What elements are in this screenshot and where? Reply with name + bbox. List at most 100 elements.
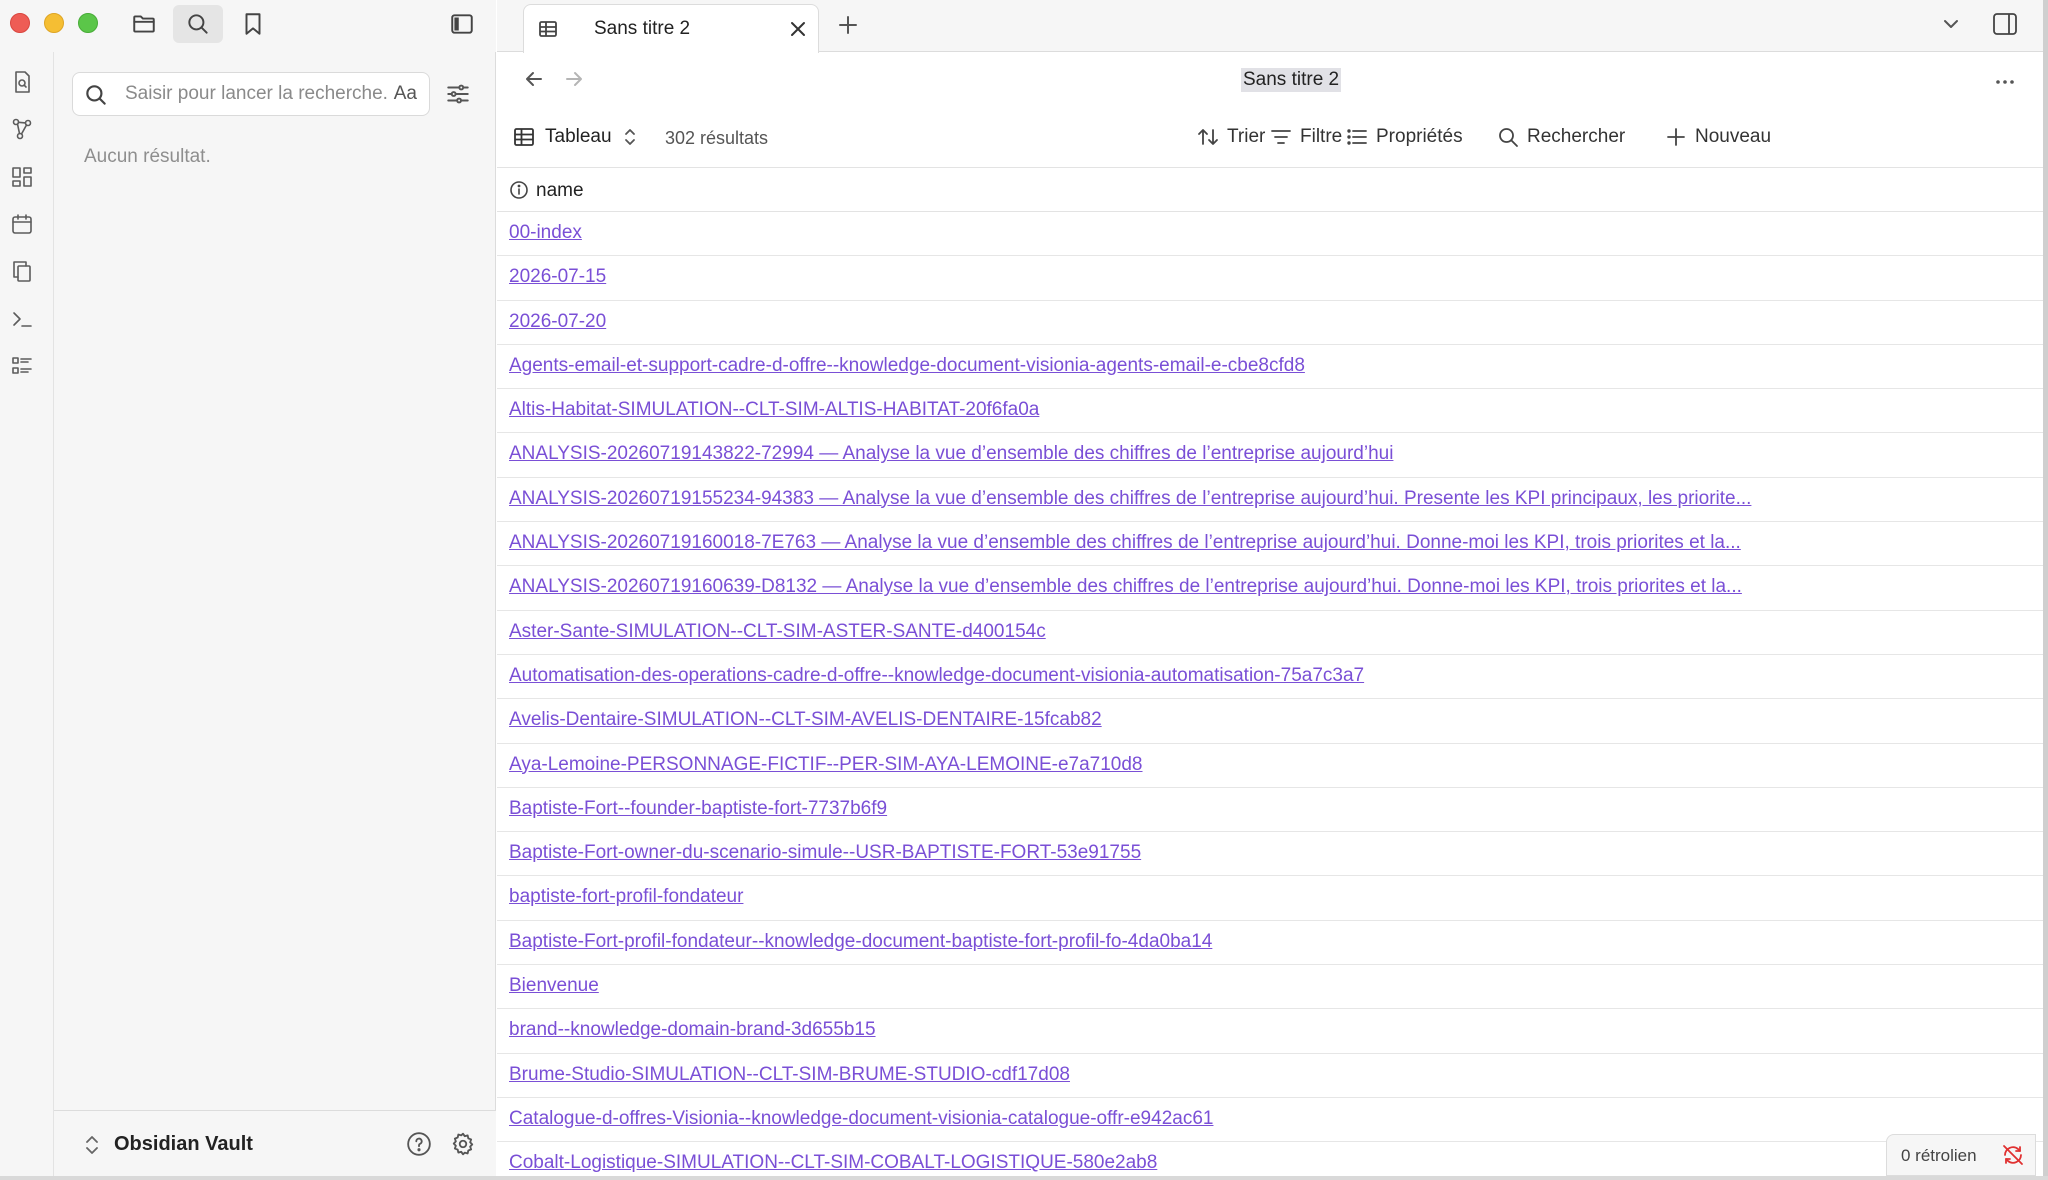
note-link[interactable]: 2026-07-15 — [509, 266, 606, 288]
sort-label: Trier — [1227, 126, 1266, 147]
status-bar: 0 rétrolien — [1886, 1134, 2036, 1176]
note-link[interactable]: ANALYSIS-20260719160018-7E763 — Analyse … — [509, 532, 1741, 554]
folder-icon — [133, 15, 155, 33]
table-row: baptiste-fort-profil-fondateur — [497, 876, 2043, 921]
table-row: ANALYSIS-20260719160639-D8132 — Analyse … — [497, 566, 2043, 611]
filter-button[interactable]: Filtre — [1270, 122, 1342, 152]
note-link[interactable]: Altis-Habitat-SIMULATION--CLT-SIM-ALTIS-… — [509, 399, 1039, 421]
search-input[interactable] — [125, 79, 387, 109]
help-icon — [407, 1132, 431, 1156]
window-frame-right — [2043, 0, 2048, 1180]
backlinks-count[interactable]: 0 rétrolien — [1901, 1146, 1977, 1166]
sliders-icon — [447, 84, 469, 104]
bases-toolbar: Tableau 302 résultats Trier Filtre Propr… — [497, 108, 2043, 168]
note-link[interactable]: ANALYSIS-20260719143822-72994 — Analyse … — [509, 443, 1393, 465]
note-link[interactable]: ANALYSIS-20260719160639-D8132 — Analyse … — [509, 576, 1742, 598]
zoom-window-button[interactable] — [78, 13, 98, 33]
note-link[interactable]: Bienvenue — [509, 975, 599, 997]
table-row: Baptiste-Fort-owner-du-scenario-simule--… — [497, 832, 2043, 877]
view-header: Sans titre 2 — [497, 52, 2043, 108]
table-row: brand--knowledge-domain-brand-3d655b15 — [497, 1009, 2043, 1054]
sync-status-button[interactable] — [2001, 1143, 2027, 1169]
note-link[interactable]: brand--knowledge-domain-brand-3d655b15 — [509, 1019, 876, 1041]
sync-off-icon — [2003, 1145, 2023, 1165]
settings-button[interactable] — [448, 1129, 478, 1159]
new-entry-button[interactable]: Nouveau — [1665, 122, 1771, 152]
templates-button[interactable] — [9, 258, 35, 284]
quick-switcher-button[interactable] — [9, 69, 35, 95]
vault-bar: Obsidian Vault — [54, 1110, 496, 1176]
command-palette-button[interactable] — [9, 306, 35, 332]
more-options-button[interactable] — [1993, 70, 2017, 94]
file-explorer-button[interactable] — [119, 5, 169, 43]
forward-button[interactable] — [563, 68, 587, 92]
table-body: 00-index 2026-07-15 2026-07-20 Agents-em… — [497, 212, 2043, 1180]
bookmark-icon — [245, 13, 261, 35]
list-icon — [12, 357, 32, 374]
view-switcher-button[interactable]: Tableau — [513, 122, 638, 152]
canvas-button[interactable] — [9, 164, 35, 190]
table-row: 2026-07-20 — [497, 301, 2043, 345]
note-link[interactable]: ANALYSIS-20260719155234-94383 — Analyse … — [509, 488, 1751, 510]
arrow-right-icon — [566, 72, 582, 86]
note-link[interactable]: Cobalt-Logistique-SIMULATION--CLT-SIM-CO… — [509, 1152, 1157, 1174]
chevron-up-down-icon — [86, 1136, 98, 1154]
table-row: 00-index — [497, 212, 2043, 257]
search-table-button[interactable]: Rechercher — [1497, 122, 1625, 152]
note-link[interactable]: Agents-email-et-support-cadre-d-offre--k… — [509, 355, 1305, 377]
search-panel-button[interactable] — [173, 5, 223, 43]
view-title[interactable]: Sans titre 2 — [1241, 68, 1342, 92]
view-label: Tableau — [545, 126, 612, 147]
ribbon — [0, 52, 54, 1176]
new-tab-button[interactable] — [833, 10, 863, 40]
calendar-icon — [12, 214, 32, 234]
tab-title: Sans titre 2 — [594, 18, 691, 39]
table-row: ANALYSIS-20260719143822-72994 — Analyse … — [497, 433, 2043, 478]
note-link[interactable]: Avelis-Dentaire-SIMULATION--CLT-SIM-AVEL… — [509, 709, 1102, 731]
note-link[interactable]: 2026-07-20 — [509, 311, 606, 333]
minimize-window-button[interactable] — [44, 13, 64, 33]
sort-icon — [1198, 129, 1218, 145]
table-row: ANALYSIS-20260719160018-7E763 — Analyse … — [497, 522, 2043, 567]
table-row: Catalogue-d-offres-Visionia--knowledge-d… — [497, 1098, 2043, 1143]
bookmarks-button[interactable] — [228, 5, 278, 43]
close-tab-button[interactable] — [788, 19, 808, 39]
table-row: Bienvenue — [497, 965, 2043, 1010]
note-link[interactable]: Baptiste-Fort--founder-baptiste-fort-773… — [509, 798, 887, 820]
tab-list-button[interactable] — [1939, 12, 1965, 38]
column-header-name[interactable]: name — [536, 180, 584, 202]
note-link[interactable]: Aya-Lemoine-PERSONNAGE-FICTIF--PER-SIM-A… — [509, 754, 1143, 776]
vault-switcher-button[interactable] — [82, 1133, 102, 1157]
note-link[interactable]: Baptiste-Fort-profil-fondateur--knowledg… — [509, 931, 1212, 953]
note-link[interactable]: 00-index — [509, 222, 582, 244]
graph-icon — [12, 118, 32, 140]
note-link[interactable]: Baptiste-Fort-owner-du-scenario-simule--… — [509, 842, 1141, 864]
tab-sans-titre-2[interactable]: Sans titre 2 — [523, 4, 819, 53]
sidebar-titlebar — [0, 0, 496, 52]
search-settings-button[interactable] — [442, 78, 474, 110]
toggle-left-sidebar-button[interactable] — [437, 5, 487, 43]
help-button[interactable] — [404, 1129, 434, 1159]
toggle-right-sidebar-button[interactable] — [1991, 10, 2019, 38]
close-icon — [791, 22, 805, 36]
table-row: Aster-Sante-SIMULATION--CLT-SIM-ASTER-SA… — [497, 611, 2043, 655]
note-link[interactable]: Catalogue-d-offres-Visionia--knowledge-d… — [509, 1108, 1213, 1130]
more-horizontal-icon — [1996, 80, 2014, 84]
close-window-button[interactable] — [10, 13, 30, 33]
outline-button[interactable] — [9, 353, 35, 379]
vault-name[interactable]: Obsidian Vault — [114, 1133, 253, 1156]
back-button[interactable] — [523, 68, 547, 92]
daily-note-button[interactable] — [9, 211, 35, 237]
note-link[interactable]: baptiste-fort-profil-fondateur — [509, 886, 743, 908]
note-link[interactable]: Aster-Sante-SIMULATION--CLT-SIM-ASTER-SA… — [509, 621, 1046, 643]
match-case-toggle[interactable]: Aa — [394, 83, 417, 105]
sort-button[interactable]: Trier — [1197, 122, 1265, 152]
properties-button[interactable]: Propriétés — [1346, 122, 1463, 152]
terminal-icon — [13, 312, 32, 327]
table-row: Avelis-Dentaire-SIMULATION--CLT-SIM-AVEL… — [497, 699, 2043, 744]
gear-icon — [452, 1132, 474, 1156]
graph-view-button[interactable] — [9, 116, 35, 142]
note-link[interactable]: Automatisation-des-operations-cadre-d-of… — [509, 665, 1364, 687]
note-link[interactable]: Brume-Studio-SIMULATION--CLT-SIM-BRUME-S… — [509, 1064, 1070, 1086]
search-icon — [188, 14, 208, 34]
